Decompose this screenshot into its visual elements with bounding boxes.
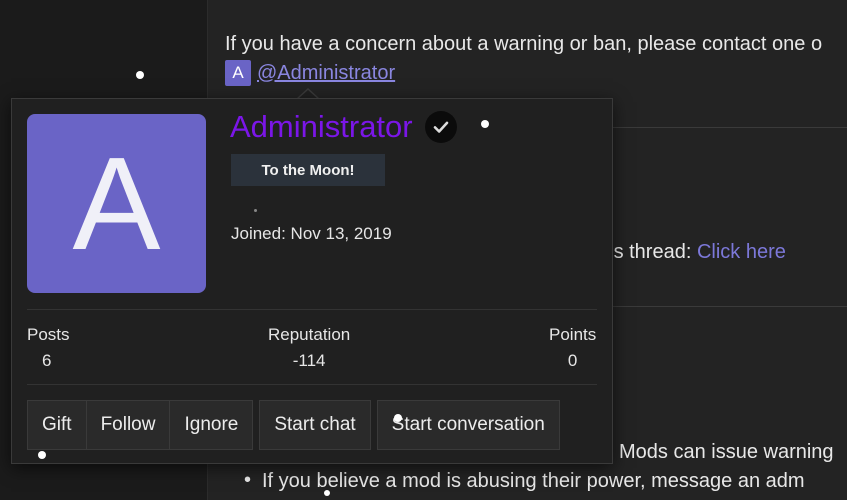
cursor-dot bbox=[38, 451, 46, 459]
user-mention[interactable]: A @Administrator bbox=[225, 60, 395, 86]
member-title-banner: To the Moon! bbox=[231, 154, 385, 186]
ignore-button[interactable]: Ignore bbox=[169, 400, 254, 450]
actions-divider bbox=[27, 384, 597, 385]
cursor-dot bbox=[136, 71, 144, 79]
cursor-dot bbox=[481, 120, 489, 128]
gift-button[interactable]: Gift bbox=[27, 400, 87, 450]
stat-points[interactable]: Points 0 bbox=[549, 325, 596, 371]
verified-check-icon bbox=[424, 111, 457, 143]
member-avatar[interactable]: A bbox=[27, 114, 206, 293]
stat-value: 0 bbox=[567, 351, 578, 370]
stat-label: Reputation bbox=[268, 325, 351, 344]
member-action-group: Gift Follow Ignore bbox=[27, 400, 254, 450]
cursor-dot bbox=[324, 490, 330, 496]
stat-posts[interactable]: Posts 6 bbox=[27, 325, 70, 371]
cursor-dot bbox=[394, 414, 402, 422]
post-text-line: Mods can issue warning bbox=[619, 441, 834, 463]
start-conversation-button[interactable]: Start conversation bbox=[376, 400, 560, 450]
stat-label: Points bbox=[549, 325, 597, 344]
follow-button[interactable]: Follow bbox=[85, 400, 171, 450]
thread-link-line: his thread: Click here bbox=[598, 241, 786, 264]
stats-divider bbox=[27, 309, 597, 310]
member-tooltip-popup: A Administrator To the Moon! Joined: Nov… bbox=[11, 98, 613, 464]
mention-avatar: A bbox=[225, 60, 251, 86]
stat-value: -114 bbox=[292, 351, 326, 370]
click-here-link[interactable]: Click here bbox=[697, 241, 786, 263]
member-actions: Gift Follow Ignore Start chat Start conv… bbox=[27, 400, 560, 450]
member-username[interactable]: Administrator bbox=[230, 109, 413, 145]
post-text-line: If you have a concern about a warning or… bbox=[225, 33, 823, 55]
mention-link[interactable]: @Administrator bbox=[257, 62, 395, 85]
joined-date: Joined: Nov 13, 2019 bbox=[231, 224, 392, 243]
start-chat-button[interactable]: Start chat bbox=[259, 400, 371, 450]
cursor-dot bbox=[254, 209, 257, 212]
bullet-item: If you believe a mod is abusing their po… bbox=[244, 469, 805, 493]
stat-value: 6 bbox=[42, 351, 52, 370]
stat-reputation[interactable]: Reputation -114 bbox=[268, 325, 350, 371]
stat-label: Posts bbox=[27, 325, 70, 344]
username-row: Administrator bbox=[230, 109, 457, 145]
